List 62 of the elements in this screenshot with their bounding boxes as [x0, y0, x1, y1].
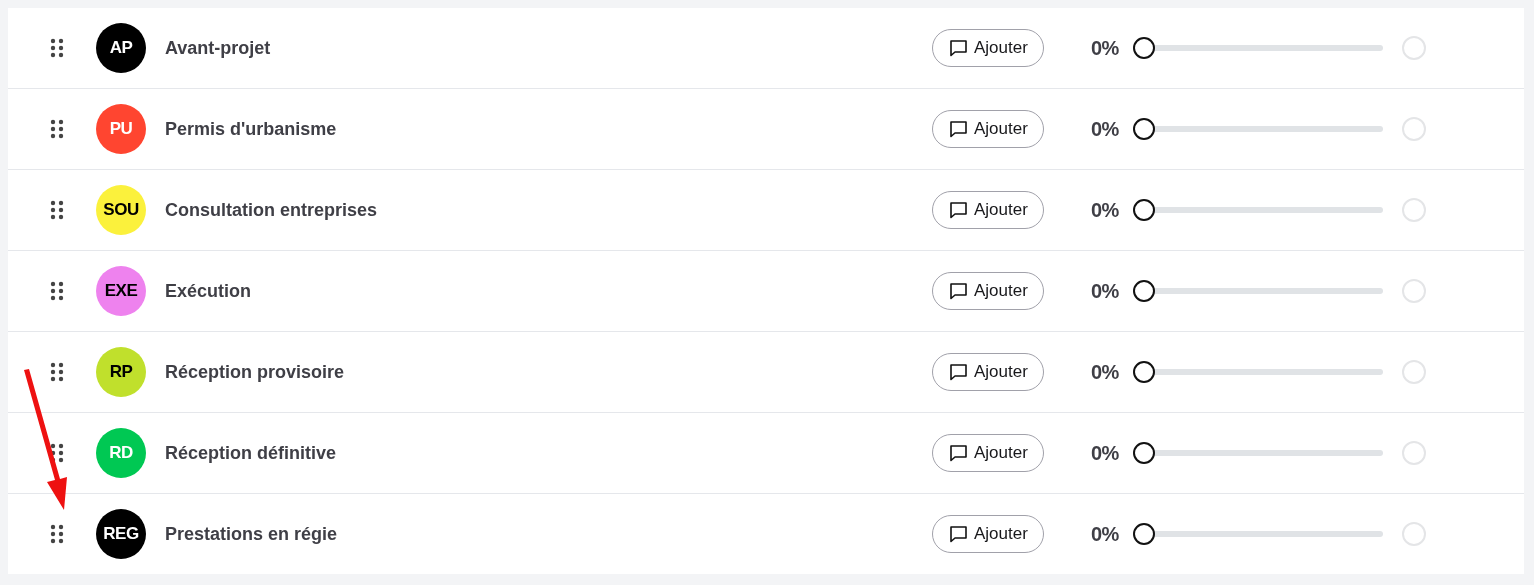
- progress-percent: 0%: [1091, 117, 1120, 141]
- phase-avatar: PU: [96, 104, 146, 154]
- phase-avatar: EXE: [96, 266, 146, 316]
- add-comment-button[interactable]: Ajouter: [932, 110, 1044, 148]
- complete-toggle[interactable]: [1402, 198, 1426, 222]
- progress-percent: 0%: [1091, 36, 1120, 60]
- phase-name: Consultation entreprises: [165, 199, 379, 221]
- comment-icon: [949, 525, 968, 543]
- phase-avatar: SOU: [96, 185, 146, 235]
- drag-handle-icon[interactable]: [50, 281, 64, 301]
- drag-handle-icon[interactable]: [50, 362, 64, 382]
- phase-name: Réception provisoire: [165, 361, 346, 383]
- progress-percent: 0%: [1091, 279, 1120, 303]
- add-comment-button[interactable]: Ajouter: [932, 434, 1044, 472]
- add-comment-button[interactable]: Ajouter: [932, 191, 1044, 229]
- progress-slider[interactable]: [1133, 442, 1383, 464]
- add-comment-button[interactable]: Ajouter: [932, 272, 1044, 310]
- slider-thumb[interactable]: [1133, 199, 1155, 221]
- comment-icon: [949, 201, 968, 219]
- progress-percent: 0%: [1091, 441, 1120, 465]
- complete-toggle[interactable]: [1402, 522, 1426, 546]
- comment-icon: [949, 120, 968, 138]
- slider-thumb[interactable]: [1133, 523, 1155, 545]
- phase-avatar: REG: [96, 509, 146, 559]
- progress-slider[interactable]: [1133, 361, 1383, 383]
- phase-avatar: AP: [96, 23, 146, 73]
- comment-icon: [949, 444, 968, 462]
- phase-name: Permis d'urbanisme: [165, 118, 338, 140]
- slider-thumb[interactable]: [1133, 361, 1155, 383]
- progress-slider[interactable]: [1133, 523, 1383, 545]
- add-comment-button[interactable]: Ajouter: [932, 353, 1044, 391]
- progress-percent: 0%: [1091, 522, 1120, 546]
- complete-toggle[interactable]: [1402, 36, 1426, 60]
- phase-avatar: RP: [96, 347, 146, 397]
- phase-name: Prestations en régie: [165, 523, 339, 545]
- comment-icon: [949, 39, 968, 57]
- complete-toggle[interactable]: [1402, 279, 1426, 303]
- add-comment-button[interactable]: Ajouter: [932, 29, 1044, 67]
- comment-icon: [949, 282, 968, 300]
- complete-toggle[interactable]: [1402, 117, 1426, 141]
- drag-handle-icon[interactable]: [50, 524, 64, 544]
- drag-handle-icon[interactable]: [50, 200, 64, 220]
- complete-toggle[interactable]: [1402, 441, 1426, 465]
- slider-thumb[interactable]: [1133, 442, 1155, 464]
- phase-name: Avant-projet: [165, 37, 272, 59]
- add-comment-button[interactable]: Ajouter: [932, 515, 1044, 553]
- drag-handle-icon[interactable]: [50, 119, 64, 139]
- comment-icon: [949, 363, 968, 381]
- complete-toggle[interactable]: [1402, 360, 1426, 384]
- phase-name: Exécution: [165, 280, 253, 302]
- slider-thumb[interactable]: [1133, 118, 1155, 140]
- slider-thumb[interactable]: [1133, 280, 1155, 302]
- phase-avatar: RD: [96, 428, 146, 478]
- progress-slider[interactable]: [1133, 280, 1383, 302]
- phase-name: Réception définitive: [165, 442, 338, 464]
- progress-slider[interactable]: [1133, 37, 1383, 59]
- drag-handle-icon[interactable]: [50, 38, 64, 58]
- progress-percent: 0%: [1091, 198, 1120, 222]
- progress-slider[interactable]: [1133, 118, 1383, 140]
- progress-percent: 0%: [1091, 360, 1120, 384]
- progress-slider[interactable]: [1133, 199, 1383, 221]
- slider-thumb[interactable]: [1133, 37, 1155, 59]
